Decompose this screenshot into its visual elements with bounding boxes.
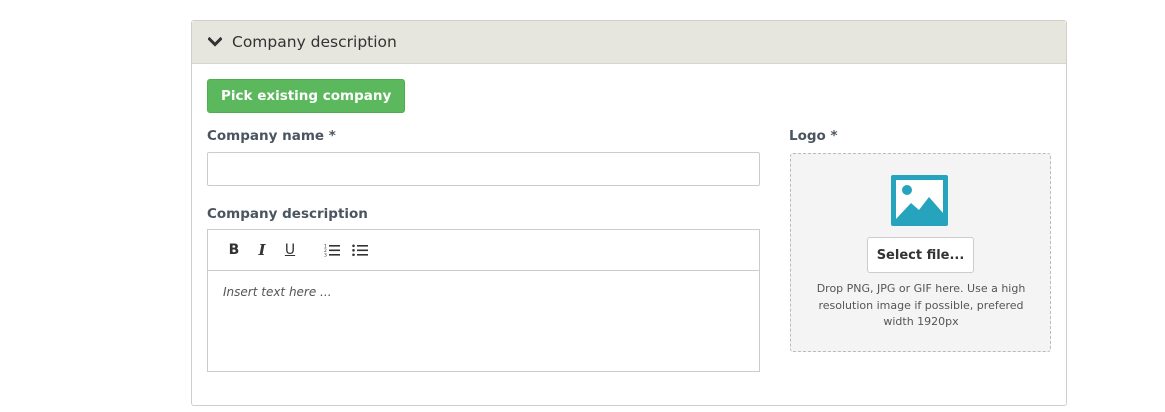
chevron-down-icon [208, 35, 222, 49]
image-placeholder-icon [891, 175, 948, 226]
editor-toolbar: B I U 1 2 3 [208, 230, 759, 271]
company-description-label: Company description [207, 206, 368, 222]
panel-title: Company description [232, 33, 397, 51]
svg-text:3: 3 [324, 253, 327, 258]
company-name-input[interactable] [207, 152, 760, 186]
pick-existing-company-button[interactable]: Pick existing company [207, 79, 406, 113]
rich-text-editor: B I U 1 2 3 Insert text here ... [207, 229, 760, 372]
dropzone-hint: Drop PNG, JPG or GIF here. Use a high re… [816, 282, 1026, 328]
company-description-panel: Company description Pick existing compan… [191, 20, 1067, 406]
logo-label: Logo * [789, 128, 838, 144]
company-name-label: Company name * [207, 128, 336, 144]
italic-button[interactable]: I [248, 236, 276, 264]
bold-button[interactable]: B [220, 236, 248, 264]
panel-header[interactable]: Company description [192, 21, 1066, 64]
editor-placeholder: Insert text here ... [223, 285, 332, 299]
editor-content-area[interactable]: Insert text here ... [208, 271, 759, 371]
underline-button[interactable]: U [276, 236, 304, 264]
select-file-button[interactable]: Select file... [867, 237, 974, 273]
bullet-list-icon[interactable] [346, 236, 374, 264]
logo-dropzone[interactable]: Select file... Drop PNG, JPG or GIF here… [790, 153, 1051, 352]
ordered-list-icon[interactable]: 1 2 3 [318, 236, 346, 264]
